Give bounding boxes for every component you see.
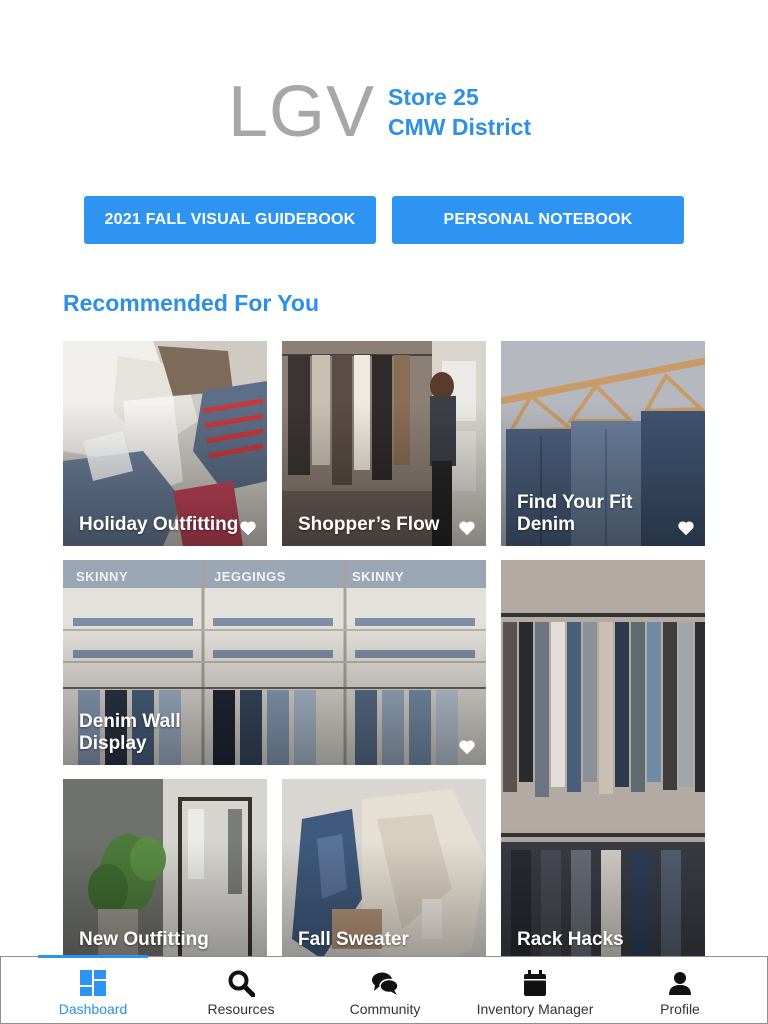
heart-icon[interactable] (458, 739, 476, 755)
user-icon (669, 972, 691, 995)
calendar-icon (524, 970, 546, 996)
nav-community[interactable]: Community (315, 957, 455, 1023)
tile-rack-hacks[interactable]: Rack Hacks (501, 560, 705, 970)
app-screen: LGV Store 25 CMW District 2021 FALL VISU… (0, 0, 768, 1024)
tile-title: New Outfitting (79, 929, 209, 950)
tile-holiday-outfitting[interactable]: Holiday Outfitting (63, 341, 267, 546)
tile-title: Holiday Outfitting (79, 514, 239, 535)
tile-fall-sweater[interactable]: Fall Sweater (282, 779, 486, 984)
chat-bubbles-icon (372, 972, 399, 995)
heart-icon[interactable] (677, 520, 695, 536)
tile-title: Shopper’s Flow (298, 514, 440, 535)
store-header: LGV Store 25 CMW District (0, 74, 768, 154)
nav-label: Inventory Manager (476, 1001, 594, 1017)
nav-resources[interactable]: Resources (171, 957, 311, 1023)
search-icon (228, 970, 255, 997)
bottom-nav: Dashboard Resources Community Inventory … (0, 955, 768, 1024)
nav-label: Resources (207, 1001, 275, 1017)
denim-sign: JEGGINGS (214, 569, 286, 584)
nav-label: Dashboard (58, 1001, 128, 1017)
heart-icon[interactable] (458, 520, 476, 536)
store-info: Store 25 CMW District (388, 82, 531, 142)
nav-label: Profile (660, 1001, 700, 1017)
brand-logo: LGV (228, 72, 376, 152)
tile-title: Denim Wall Display (79, 711, 181, 754)
tile-title: Fall Sweater (298, 929, 409, 950)
nav-profile[interactable]: Profile (610, 957, 750, 1023)
nav-dashboard[interactable]: Dashboard (23, 957, 163, 1023)
dashboard-icon (80, 970, 106, 996)
district-name: CMW District (388, 114, 532, 140)
tile-title: Rack Hacks (517, 929, 624, 950)
tile-shoppers-flow[interactable]: Shopper’s Flow (282, 341, 486, 546)
personal-notebook-button[interactable]: PERSONAL NOTEBOOK (392, 196, 684, 244)
tile-denim-wall-display[interactable]: SKINNY JEGGINGS SKINNY Denim Wall Displa… (63, 560, 486, 765)
denim-sign: SKINNY (352, 569, 405, 584)
nav-label: Community (349, 1001, 421, 1017)
denim-sign: SKINNY (76, 569, 129, 584)
section-title: Recommended For You (63, 290, 320, 316)
tile-find-your-fit-denim[interactable]: Find Your Fit Denim (501, 341, 705, 546)
nav-inventory-manager[interactable]: Inventory Manager (465, 957, 605, 1023)
tile-new-outfitting[interactable]: New Outfitting (63, 779, 267, 984)
store-number: Store 25 (388, 84, 479, 110)
fall-guidebook-button[interactable]: 2021 FALL VISUAL GUIDEBOOK (84, 196, 376, 244)
tile-title: Find Your Fit Denim (517, 492, 633, 535)
heart-icon[interactable] (239, 520, 257, 536)
